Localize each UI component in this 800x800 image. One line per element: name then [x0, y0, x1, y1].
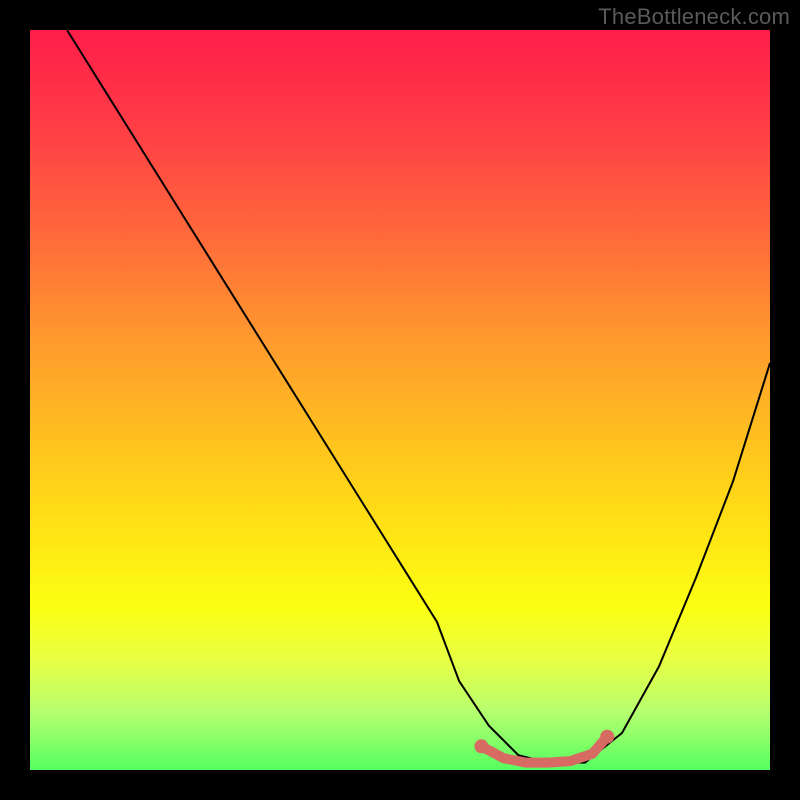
highlight-end-dot: [600, 730, 614, 744]
main-curve: [67, 30, 770, 763]
highlight-start-dot: [474, 739, 488, 753]
watermark-text: TheBottleneck.com: [598, 4, 790, 30]
highlight-curve: [474, 730, 614, 763]
curve-svg: [30, 30, 770, 770]
chart-frame: TheBottleneck.com: [0, 0, 800, 800]
plot-area: [30, 30, 770, 770]
highlight-segment-path: [481, 737, 607, 763]
bottleneck-curve-path: [67, 30, 770, 763]
